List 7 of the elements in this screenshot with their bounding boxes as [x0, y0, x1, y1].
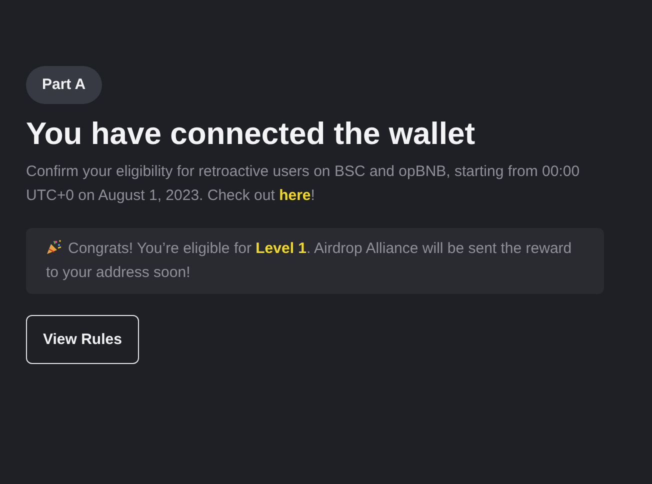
section-badge: Part A	[26, 66, 102, 104]
party-popper-icon	[46, 239, 62, 255]
page-title: You have connected the wallet	[26, 115, 476, 153]
view-rules-button[interactable]: View Rules	[26, 315, 139, 364]
notice-text: Congrats! You’re eligible for Level 1. Airdrop Alliance will be sent the reward to your address soon!	[46, 238, 573, 283]
description-text: Confirm your eligibility for retroactive users on BSC and opBNB, starting from 00:00 UTC+0 on August 1, 2023. Check out here!	[26, 162, 581, 206]
here-link[interactable]: here	[279, 187, 311, 204]
